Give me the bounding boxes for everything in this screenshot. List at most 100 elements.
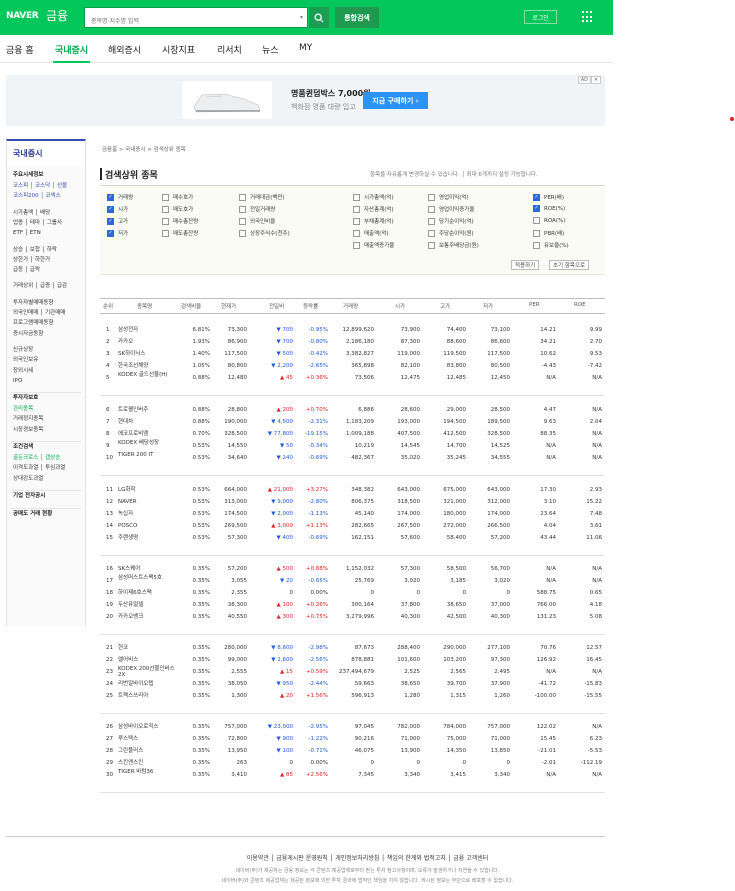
column-checkbox[interactable]: 당기순이익(억) [428,217,474,225]
table-row[interactable]: 29 스킨앤스킨 0.35% 263 0 0.00% 0 0 0 0 -2.01 -112.19 [100,757,605,769]
stock-name-link[interactable]: 카카오 [118,339,133,345]
column-header[interactable]: 저가 [483,302,493,310]
table-row[interactable]: 17 삼성머스트스팩5호 0.35% 3,055 ▼ 20 -0.65% 25,769 3,0… [100,575,605,587]
stock-name-link[interactable]: LG화학 [118,487,135,493]
sidebar-section-head[interactable]: 투자자보호 [13,395,38,402]
sidebar-item[interactable]: IPO [13,378,22,385]
table-row[interactable]: 28 그린플러스 0.35% 13,950 ▼ 100 -0.71% 46,075 13,90… [100,745,605,757]
column-header[interactable]: 전일비 [269,302,284,310]
sidebar-item[interactable]: 거래상위 │ 급증 │ 급감 [13,283,67,290]
app-grid-icon[interactable] [582,11,594,23]
sidebar-item[interactable]: 증시자금동향 [13,331,43,338]
column-checkbox[interactable]: 고가 [107,217,128,225]
tab-research[interactable]: 리서치 [217,43,242,56]
total-search-button[interactable]: 통합검색 [335,7,379,28]
ad-buy-button[interactable]: 지금 구매하기 › [363,92,428,109]
table-row[interactable]: 15 주랜생명 0.53% 57,300 ▼ 400 -0.69% 162,151 57,60… [100,532,605,544]
ad-close-icon[interactable]: ✕ [590,76,601,84]
column-checkbox[interactable]: 유보율(%) [533,241,569,249]
stock-name-link[interactable]: 리번알바이오텝 [118,681,153,687]
stock-name-link[interactable]: 스킨앤스킨 [118,760,143,766]
column-header[interactable]: 현재가 [221,302,236,310]
sidebar-section-head[interactable]: 조건검색 [13,444,33,451]
ad-banner[interactable]: 명품퀸덤박스 7,000원 백화점 명품 대량 입고 지금 구매하기 › AD … [6,75,605,126]
stock-name-link[interactable]: 트로웰인버주 [118,407,148,413]
stock-name-link[interactable]: 한국조선해양 [118,363,148,369]
table-row[interactable]: 1 삼성전자 6.81% 73,300 ▼ 700 -0.95% 12,899,620 73,… [100,324,605,336]
column-checkbox[interactable]: 매출액증가율 [353,241,394,249]
sidebar-item[interactable]: ETF │ ETN [13,230,41,237]
stock-name-link[interactable]: 루스텍스 [118,736,138,742]
table-row[interactable]: 8 에코프로비엠 0.70% 328,500 ▼ 77,800 -19.15% 1,009,… [100,428,605,440]
stock-name-link[interactable]: POSCO [118,523,137,529]
column-checkbox[interactable]: PBR(배) [533,229,564,237]
sidebar-item[interactable]: 이격도과열 │ 투심과열 [13,465,65,472]
tab-overseas[interactable]: 해외증시 [108,43,141,56]
stock-name-link[interactable]: 하이제6호스팩 [118,590,152,596]
table-row[interactable]: 5 KODEX 골드선물(H) 0.88% 12,480 ▲ 45 +0.36% 73,50… [100,372,605,384]
column-checkbox[interactable]: 매수총잔량 [162,217,198,225]
sidebar-item[interactable]: 상한가 │ 하한가 [13,257,50,264]
table-row[interactable]: 6 트로웰인버주 0.88% 28,800 ▲ 200 +0.70% 6,886 28,600… [100,404,605,416]
column-checkbox[interactable]: 상장주식수(천주) [239,229,290,237]
tab-news[interactable]: 뉴스 [262,43,279,56]
stock-name-link[interactable]: TIGER 바텀36 [118,769,153,775]
table-row[interactable]: 27 루스텍스 0.35% 72,800 ▼ 900 -1.22% 90,216 71,000… [100,733,605,745]
stock-name-link[interactable]: KODEX 200선물인버스2X [118,666,178,678]
sidebar-item[interactable]: 장외시세 [13,368,33,375]
table-row[interactable]: 12 NAVER 0.53% 313,000 ▼ 9,000 -2.80% 806,375 3… [100,496,605,508]
stock-name-link[interactable]: SK하이닉스 [118,351,145,357]
column-checkbox[interactable]: 자산총계(억) [353,205,394,213]
sidebar-item[interactable]: 시장경보종목 [13,427,43,434]
stock-name-link[interactable]: 그린플러스 [118,748,143,754]
column-checkbox[interactable]: 주당순이익(원) [428,229,474,237]
stock-name-link[interactable]: 녹십자 [118,511,133,517]
sidebar-item[interactable]: 골든크로스 │ 갭상승 [13,455,60,462]
column-header[interactable]: 검색비율 [181,302,201,310]
column-checkbox[interactable]: 전일거래량 [239,205,275,213]
table-row[interactable]: 20 카카오뱅크 0.35% 40,550 ▲ 300 +0.75% 3,279,996 40… [100,611,605,623]
footer-links[interactable]: 이용약관 │ 금융게시판 운영원칙 │ 개인정보처리방침 │ 책임의 한계와 법… [0,853,735,862]
table-row[interactable]: 11 LG화학 0.53% 664,000 ▲ 21,000 +3.27% 348,382 6… [100,484,605,496]
stock-name-link[interactable]: 엘어비스 [118,657,138,663]
sidebar-title[interactable]: 국내증시 [13,148,42,159]
table-row[interactable]: 19 두산퓨얼셀 0.35% 38,300 ▲ 100 +0.26% 300,164 37,8… [100,599,605,611]
column-checkbox[interactable]: 시가 [107,205,128,213]
column-checkbox[interactable]: 거래량 [107,193,133,201]
column-checkbox[interactable]: 부채총계(억) [353,217,394,225]
sidebar-item[interactable]: 투자자별매매동향 [13,300,53,307]
column-checkbox[interactable]: 외국인비율 [239,217,275,225]
stock-name-link[interactable]: SK스퀘어 [118,566,140,572]
table-row[interactable]: 24 리번알바이오텝 0.35% 38,050 ▼ 950 -2.44% 59,663 38,… [100,678,605,690]
stock-name-link[interactable]: 두산퓨얼셀 [118,602,143,608]
sidebar-item[interactable]: 시가총액 │ 배당 [13,210,50,217]
table-row[interactable]: 7 현대차 0.88% 190,000 ▼ 4,500 -2.31% 1,183,209 19… [100,416,605,428]
search-button[interactable] [309,7,329,28]
stock-name-link[interactable]: TIGER 200 IT [118,452,154,458]
sidebar-item[interactable]: 상승 │ 보합 │ 하락 [13,247,57,254]
sidebar-item[interactable]: 외국인보유 [13,357,38,364]
column-header[interactable]: 고가 [440,302,450,310]
column-checkbox[interactable]: 매도호가 [162,205,193,213]
column-checkbox[interactable]: 거래대금(백만) [239,193,285,201]
column-header[interactable]: 거래량 [343,302,358,310]
table-row[interactable]: 16 SK스퀘어 0.35% 57,200 ▲ 500 +0.88% 1,152,032 57… [100,563,605,575]
sidebar-item[interactable]: 관리종목 [13,406,33,413]
table-row[interactable]: 4 한국조선해양 1.05% 80,800 ▼ 2,200 -2.65% 365,898 82… [100,360,605,372]
stock-name-link[interactable]: 현대차 [118,419,133,425]
stock-name-link[interactable]: NAVER [118,499,137,505]
column-checkbox[interactable]: 영업이익(억) [428,193,469,201]
column-checkbox[interactable]: 매도총잔량 [162,229,198,237]
stock-name-link[interactable]: 카카오뱅크 [118,614,143,620]
reset-button[interactable]: 초기 항목으로 [549,260,590,270]
stock-name-link[interactable]: 삼성머스트스팩5호 [118,575,162,581]
table-row[interactable]: 30 TIGER 바텀36 0.35% 3,410 ▲ 85 +2.56% 7,345 3,3… [100,769,605,781]
column-checkbox[interactable]: ROA(%) [533,217,565,224]
table-row[interactable]: 9 KODEX 배당성장 0.53% 14,550 ▼ 50 -0.34% 10,219 14… [100,440,605,452]
column-header[interactable]: ROE [574,302,586,308]
sidebar-section-head[interactable]: 주요시세정보 [13,172,43,179]
sidebar-item[interactable]: 상대강도과열 [13,476,43,483]
table-row[interactable]: 21 현코 0.35% 280,000 ▼ 8,600 -2.98% 87,673 288,4… [100,642,605,654]
stock-name-link[interactable]: 현코 [118,645,128,651]
sidebar-item[interactable]: 업종 │ 테마 │ 그룹사 [13,220,62,227]
